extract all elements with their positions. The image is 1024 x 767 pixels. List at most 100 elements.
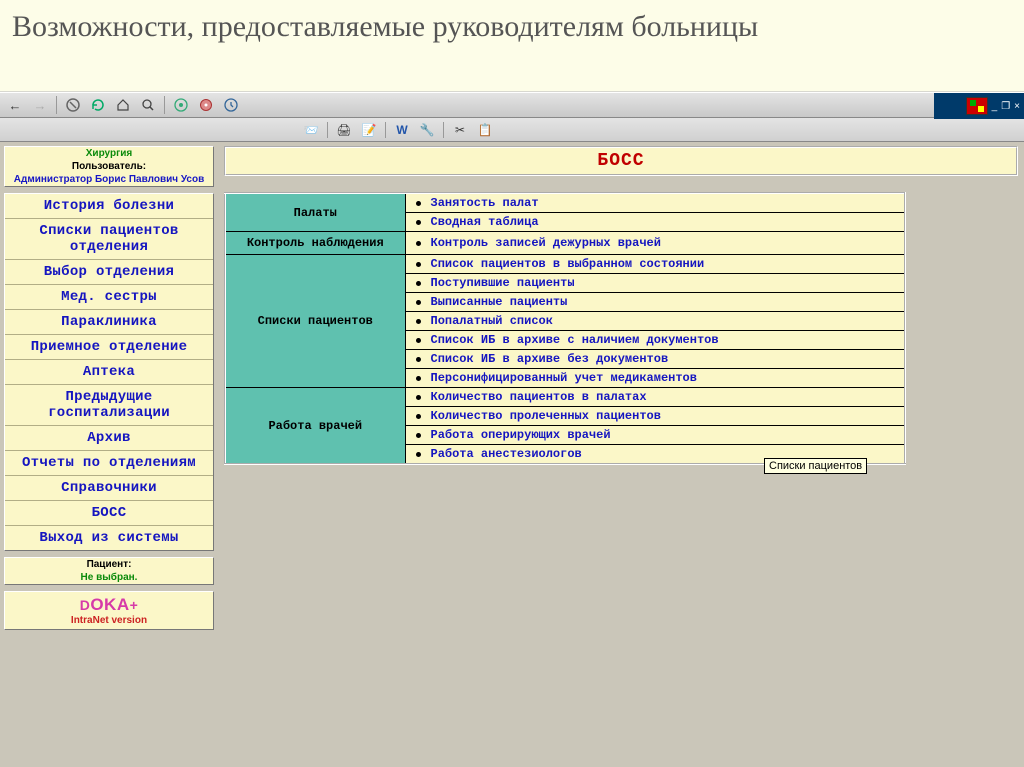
option-label: Персонифицированный учет медикаментов [431, 371, 697, 385]
options-cell: Количество пациентов в палатах Количество… [405, 388, 905, 465]
brand-subtitle: IntraNet version [5, 615, 213, 626]
option-label: Занятость палат [431, 196, 539, 210]
user-label: Пользователь: [5, 160, 213, 173]
minimize-button[interactable]: _ [992, 101, 998, 112]
option-link[interactable]: Персонифицированный учет медикаментов [406, 369, 905, 387]
option-link[interactable]: Список пациентов в выбранном состоянии [406, 255, 905, 274]
bullet-icon [416, 338, 421, 343]
menu-item[interactable]: Аптека [5, 360, 213, 385]
copy-icon[interactable]: 📋 [474, 120, 496, 140]
option-link[interactable]: Список ИБ в архиве без документов [406, 350, 905, 369]
bullet-icon [416, 319, 421, 324]
category-cell: Списки пациентов [225, 255, 405, 388]
option-label: Работа анестезиологов [431, 447, 582, 461]
menu-item[interactable]: Предыдущие госпитализации [5, 385, 213, 426]
bullet-icon [416, 452, 421, 457]
close-button[interactable]: × [1014, 101, 1020, 112]
menu-item[interactable]: БОСС [5, 501, 213, 526]
user-info-panel: Хирургия Пользователь: Администратор Бор… [4, 146, 214, 187]
bullet-icon [416, 376, 421, 381]
department-name: Хирургия [5, 147, 213, 160]
options-cell: Список пациентов в выбранном состоянии По… [405, 255, 905, 388]
menu-item[interactable]: Архив [5, 426, 213, 451]
stop-icon[interactable] [62, 95, 84, 115]
menu-item[interactable]: Списки пациентов отделения [5, 219, 213, 260]
separator [56, 96, 57, 114]
option-label: Список пациентов в выбранном состоянии [431, 257, 705, 271]
back-icon[interactable]: ← [4, 95, 26, 115]
option-label: Поступившие пациенты [431, 276, 575, 290]
cut-icon[interactable]: ✂ [449, 120, 471, 140]
option-label: Контроль записей дежурных врачей [431, 236, 661, 250]
option-link[interactable]: Работа оперирующих врачей [406, 426, 905, 445]
option-link[interactable]: Попалатный список [406, 312, 905, 331]
bullet-icon [416, 414, 421, 419]
section-title-text: БОСС [597, 151, 644, 171]
tooltip: Списки пациентов [764, 458, 867, 474]
bullet-icon [416, 433, 421, 438]
home-icon[interactable] [112, 95, 134, 115]
option-label: Список ИБ в архиве с наличием документов [431, 333, 719, 347]
option-label: Работа оперирующих врачей [431, 428, 611, 442]
edit-icon[interactable]: 📝 [358, 120, 380, 140]
bullet-icon [416, 220, 421, 225]
options-cell: Занятость палат Сводная таблица [405, 193, 905, 232]
favorites-icon[interactable] [170, 95, 192, 115]
print-icon[interactable]: 🖨 [333, 120, 355, 140]
separator [164, 96, 165, 114]
tools-icon[interactable]: 🔧 [416, 120, 438, 140]
mail-icon[interactable]: 📨 [300, 120, 322, 140]
option-link[interactable]: Занятость палат [406, 194, 905, 213]
menu-item[interactable]: Параклиника [5, 310, 213, 335]
menu-item[interactable]: Справочники [5, 476, 213, 501]
brand-panel: DOKA+ IntraNet version [4, 591, 214, 630]
separator [385, 122, 386, 138]
category-cell: Контроль наблюдения [225, 232, 405, 255]
refresh-icon[interactable] [87, 95, 109, 115]
functions-table: Палаты Занятость палат Сводная таблица Конт… [224, 192, 906, 465]
option-link[interactable]: Контроль записей дежурных врачей [406, 234, 905, 252]
workspace: Хирургия Пользователь: Администратор Бор… [0, 142, 1024, 767]
browser-toolbar: ← → _ ❐ × [0, 92, 1024, 118]
slide-title: Возможности, предоставляемые руководител… [0, 0, 1024, 92]
menu-item[interactable]: Выбор отделения [5, 260, 213, 285]
option-label: Выписанные пациенты [431, 295, 568, 309]
windows-logo-icon [966, 97, 988, 115]
options-cell: Контроль записей дежурных врачей [405, 232, 905, 255]
option-link[interactable]: Список ИБ в архиве с наличием документов [406, 331, 905, 350]
bullet-icon [416, 262, 421, 267]
forward-icon[interactable]: → [29, 95, 51, 115]
menu-item[interactable]: Мед. сестры [5, 285, 213, 310]
main-menu: История болезниСписки пациентов отделени… [4, 193, 214, 551]
option-label: Попалатный список [431, 314, 553, 328]
search-icon[interactable] [137, 95, 159, 115]
menu-item[interactable]: История болезни [5, 194, 213, 219]
bullet-icon [416, 300, 421, 305]
main-area: БОСС Палаты Занятость палат Сводная таблиц… [218, 142, 1024, 767]
bullet-icon [416, 241, 421, 246]
separator [443, 122, 444, 138]
bullet-icon [416, 395, 421, 400]
option-link[interactable]: Поступившие пациенты [406, 274, 905, 293]
brand-name: DOKA+ [5, 595, 213, 615]
menu-item[interactable]: Выход из системы [5, 526, 213, 550]
menu-item[interactable]: Приемное отделение [5, 335, 213, 360]
menu-item[interactable]: Отчеты по отделениям [5, 451, 213, 476]
option-link[interactable]: Количество пролеченных пациентов [406, 407, 905, 426]
option-link[interactable]: Сводная таблица [406, 213, 905, 231]
media-icon[interactable] [195, 95, 217, 115]
restore-button[interactable]: ❐ [1001, 101, 1010, 112]
option-link[interactable]: Количество пациентов в палатах [406, 388, 905, 407]
section-title: БОСС [224, 146, 1018, 176]
word-icon[interactable]: W [391, 120, 413, 140]
option-link[interactable]: Выписанные пациенты [406, 293, 905, 312]
option-label: Список ИБ в архиве без документов [431, 352, 669, 366]
option-label: Количество пролеченных пациентов [431, 409, 661, 423]
option-label: Количество пациентов в палатах [431, 390, 647, 404]
bullet-icon [416, 357, 421, 362]
history-icon[interactable] [220, 95, 242, 115]
bullet-icon [416, 201, 421, 206]
category-cell: Палаты [225, 193, 405, 232]
user-name: Администратор Борис Павлович Усов [5, 173, 213, 186]
option-label: Сводная таблица [431, 215, 539, 229]
